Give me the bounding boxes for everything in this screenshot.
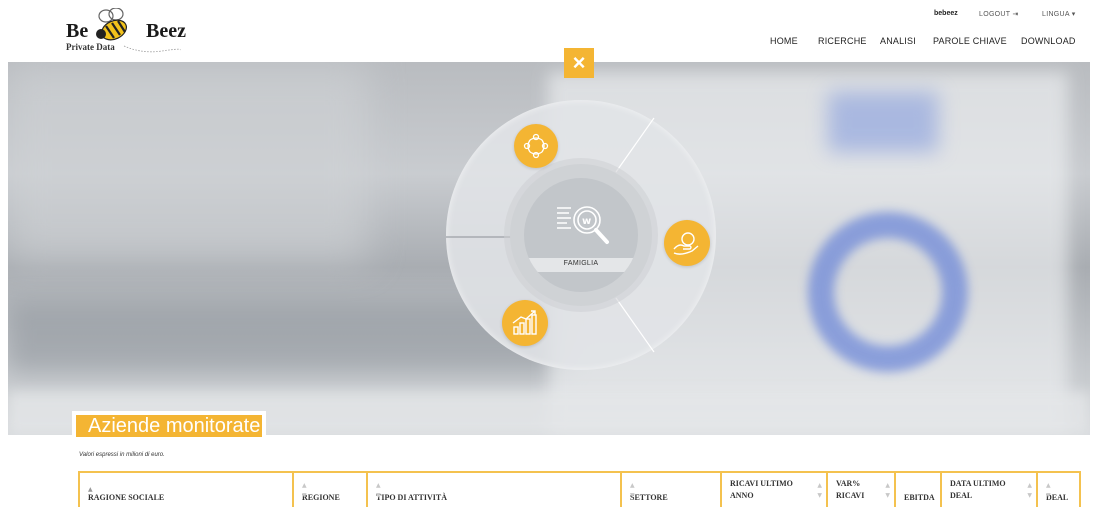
growth-chart-icon	[512, 310, 537, 335]
column-ragione-sociale[interactable]: RAGIONE SOCIALE ▲	[80, 473, 294, 507]
sort-icon: ▲ ▼	[1046, 482, 1051, 499]
column-settore[interactable]: SETTORE ▲ ▼	[622, 473, 722, 507]
nav-home[interactable]: HOME	[770, 36, 798, 46]
logout-label: LOGOUT	[979, 11, 1011, 18]
nav-analisi[interactable]: ANALISI	[880, 36, 916, 46]
hand-money-icon	[673, 232, 699, 255]
column-ricavi-ultimo-anno[interactable]: RICAVI ULTIMO ANNO ▲ ▼	[722, 473, 828, 507]
sort-asc-icon: ▲	[88, 486, 93, 493]
column-label-line2: ANNO	[730, 491, 754, 500]
sort-icon: ▲ ▼	[630, 482, 635, 499]
hero-background-blur	[8, 62, 368, 262]
sort-icon: ▲ ▼	[817, 482, 822, 499]
radial-menu-hub[interactable]: w FAMIGLIA	[524, 178, 638, 292]
close-menu-button[interactable]: ×	[564, 48, 594, 78]
nav-ricerche[interactable]: RICERCHE	[818, 36, 867, 46]
growth-chart-bubble[interactable]	[502, 300, 548, 346]
column-regione[interactable]: REGIONE ▲ ▼	[294, 473, 368, 507]
column-var-ricavi[interactable]: VAR% RICAVI ▲ ▼	[828, 473, 896, 507]
site-header: Be Beez Private Data bebeez LOGOUT ⇥ LIN…	[0, 0, 1098, 62]
people-network-icon	[523, 133, 549, 159]
column-data-ultimo-deal[interactable]: DATA ULTIMO DEAL ▲ ▼	[942, 473, 1038, 507]
people-network-bubble[interactable]	[514, 124, 558, 168]
language-label: LINGUA	[1042, 11, 1070, 18]
svg-text:w: w	[582, 216, 591, 227]
main-nav: HOME RICERCHE ANALISI PAROLE CHIAVE DOWN…	[0, 36, 1098, 50]
column-label-line1: RICAVI ULTIMO	[730, 479, 793, 488]
sort-icon: ▲ ▼	[376, 482, 381, 499]
nav-download[interactable]: DOWNLOAD	[1021, 36, 1076, 46]
hero-background-blur	[828, 92, 938, 152]
hero-background-blur	[808, 212, 968, 372]
column-label-line1: DATA ULTIMO	[950, 479, 1006, 488]
search-document-icon: w	[557, 206, 609, 244]
logout-icon: ⇥	[1012, 11, 1019, 18]
column-label: EBITDA	[904, 493, 935, 502]
language-dropdown[interactable]: LINGUA ▾	[1042, 10, 1076, 18]
sort-icon: ▲ ▼	[885, 482, 890, 499]
hand-money-bubble[interactable]	[664, 220, 710, 266]
logout-link[interactable]: LOGOUT ⇥	[979, 10, 1019, 18]
radial-menu: w FAMIGLIA	[446, 100, 716, 370]
column-ebitda[interactable]: EBITDA	[896, 473, 942, 507]
companies-table-header: RAGIONE SOCIALE ▲ REGIONE ▲ ▼ TIPO DI ATT…	[78, 471, 1081, 507]
username-link[interactable]: bebeez	[934, 10, 958, 17]
column-deal[interactable]: DEAL ▲ ▼	[1038, 473, 1079, 507]
chevron-down-icon: ▾	[1071, 11, 1076, 18]
sort-icon: ▲ ▼	[1027, 482, 1032, 499]
sort-icon: ▲ ▼	[302, 482, 307, 499]
hub-label: FAMIGLIA	[563, 260, 599, 267]
column-tipo-attivita[interactable]: TIPO DI ATTIVITÀ ▲ ▼	[368, 473, 622, 507]
section-title: Aziende monitorate	[72, 411, 266, 441]
column-label-line2: DEAL	[950, 491, 973, 500]
nav-parole-chiave[interactable]: PAROLE CHIAVE	[933, 36, 1007, 46]
values-note: Valori espressi in milioni di euro.	[79, 452, 165, 458]
